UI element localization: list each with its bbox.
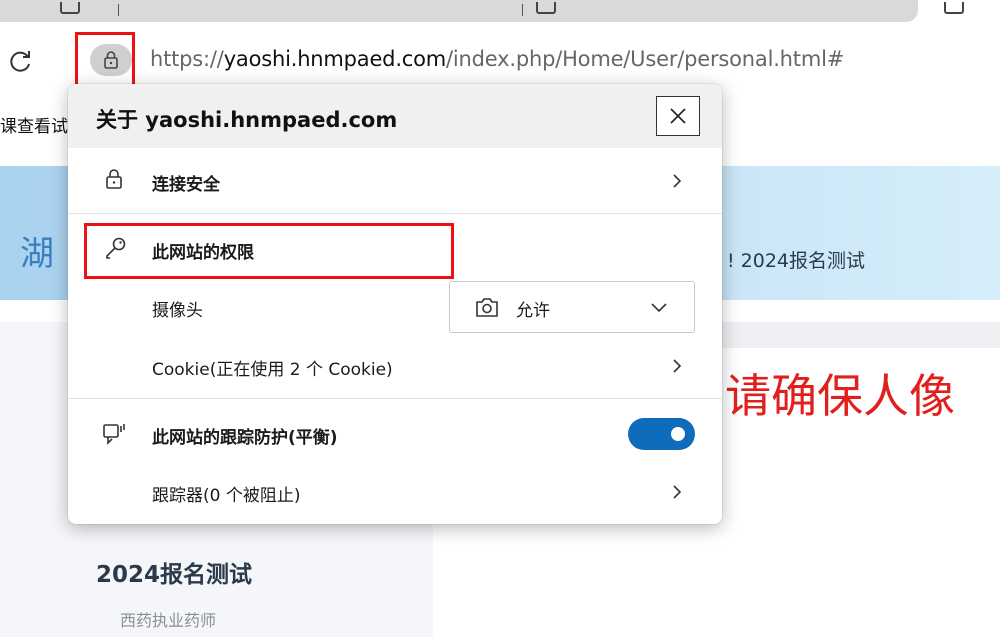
reload-icon[interactable]	[8, 49, 34, 75]
banner-heading: 湖	[20, 234, 54, 274]
chevron-right-icon	[673, 174, 682, 188]
trackers-label: 跟踪器(0 个被阻止)	[152, 486, 301, 506]
exam-title: 2024报名测试	[96, 562, 253, 588]
url-host: yaoshi.hnmpaed.com	[223, 47, 447, 71]
toggle-knob	[671, 427, 685, 441]
url-path: /index.php/Home/User/personal.html#	[446, 47, 845, 71]
tracking-label: 此网站的跟踪防护(平衡)	[152, 428, 338, 448]
tab-separator	[522, 4, 523, 16]
annotation-highlight-lock	[75, 32, 135, 92]
chevron-down-icon	[651, 303, 667, 313]
popup-title: 关于 yaoshi.hnmpaed.com	[96, 108, 398, 132]
camera-icon	[476, 298, 498, 317]
banner-text: ! 2024报名测试	[727, 250, 866, 272]
tracking-prevention-row: 此网站的跟踪防护(平衡)	[68, 406, 722, 462]
trackers-row[interactable]: 跟踪器(0 个被阻止)	[68, 466, 722, 518]
camera-select-value: 允许	[516, 301, 550, 321]
divider	[68, 213, 722, 214]
connection-row[interactable]: 连接安全	[68, 148, 722, 213]
page-headline: 请确保人像	[725, 369, 955, 423]
address-bar[interactable]: https://yaoshi.hnmpaed.com/index.php/Hom…	[150, 47, 844, 71]
cookie-row[interactable]: Cookie(正在使用 2 个 Cookie)	[68, 340, 722, 392]
cookie-label: Cookie(正在使用 2 个 Cookie)	[152, 360, 393, 380]
tab-separator	[118, 4, 119, 16]
exam-subtitle: 西药执业药师	[120, 611, 217, 630]
camera-permission-select[interactable]: 允许	[449, 281, 695, 333]
url-scheme: https://	[150, 47, 224, 71]
connection-label: 连接安全	[152, 175, 220, 195]
camera-label: 摄像头	[152, 301, 203, 321]
close-icon	[670, 108, 686, 124]
tracking-prevention-icon	[103, 424, 125, 445]
tab-icon	[60, 2, 80, 14]
chevron-right-icon	[673, 359, 682, 373]
annotation-highlight-permissions	[84, 223, 454, 279]
active-tab[interactable]	[0, 0, 918, 22]
page-nav-fragment[interactable]: 课查看试	[0, 112, 68, 137]
close-button[interactable]	[656, 96, 700, 136]
chevron-right-icon	[673, 485, 682, 499]
lock-icon	[106, 169, 122, 189]
tab-strip	[0, 0, 1000, 32]
tab-icon	[944, 2, 964, 14]
tracking-toggle[interactable]	[628, 418, 695, 450]
tab-icon	[536, 2, 556, 14]
divider	[68, 398, 722, 399]
